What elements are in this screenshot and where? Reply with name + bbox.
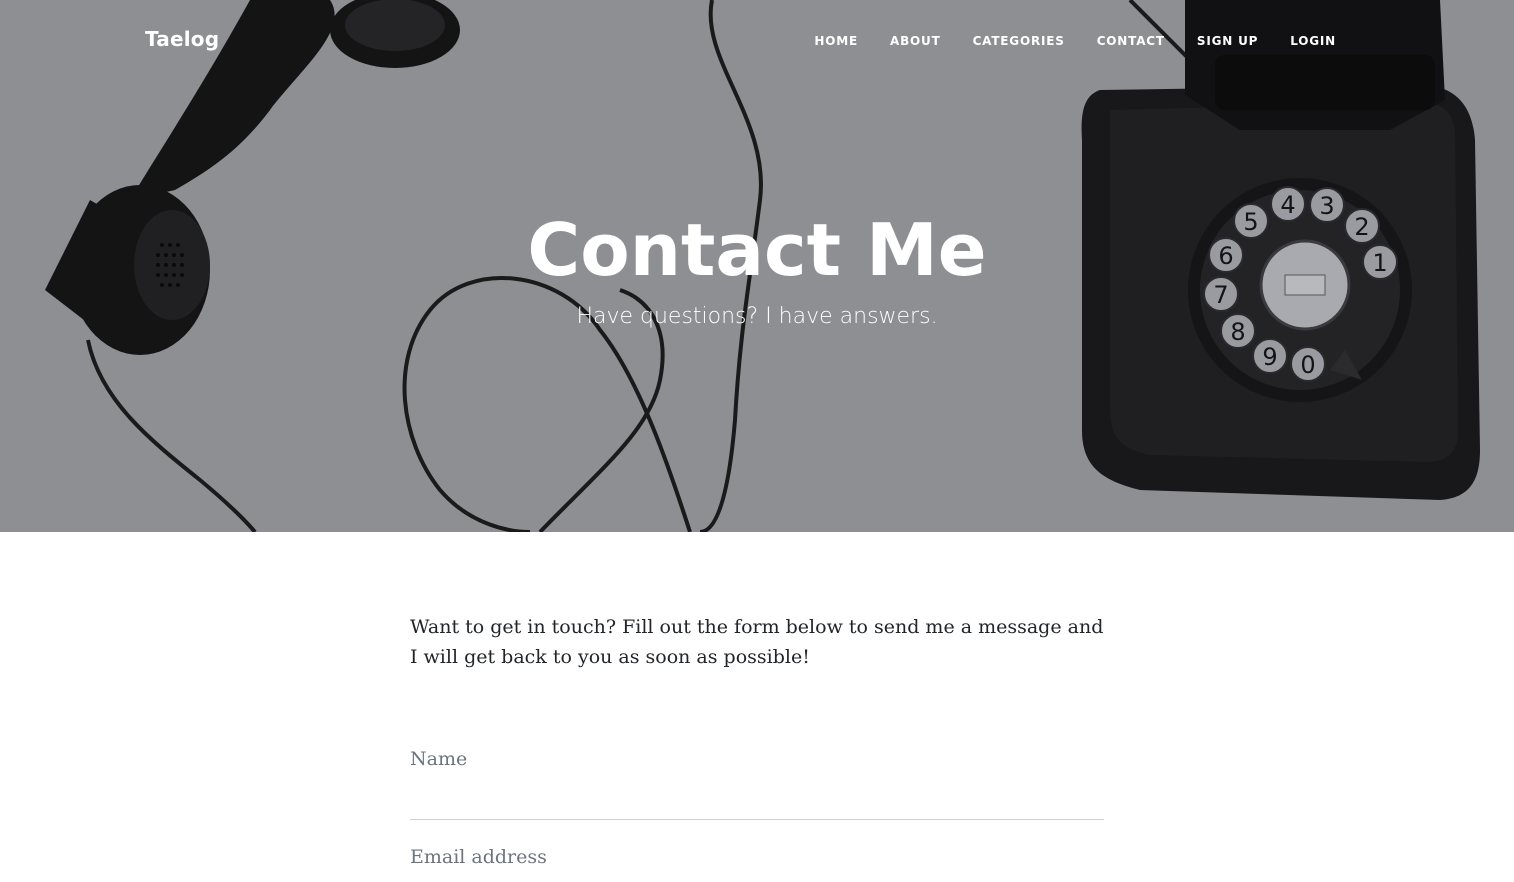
contact-intro-text: Want to get in touch? Fill out the form … bbox=[410, 616, 1104, 668]
nav-link-home[interactable]: HOME bbox=[798, 33, 874, 49]
main-navbar: Taelog HOME ABOUT CATEGORIES CONTACT SIG… bbox=[0, 0, 1514, 82]
nav-link-categories[interactable]: CATEGORIES bbox=[957, 33, 1081, 49]
email-input[interactable] bbox=[410, 842, 1104, 872]
page-title: Contact Me bbox=[527, 208, 987, 292]
page-header: 1 2 3 4 5 6 7 8 9 0 Taelog HOME ABOUT CA… bbox=[0, 0, 1514, 532]
email-field-group bbox=[410, 842, 1104, 882]
nav-link-contact[interactable]: CONTACT bbox=[1081, 33, 1181, 49]
page-heading: Contact Me Have questions? I have answer… bbox=[0, 205, 1514, 331]
nav-link-sign-up[interactable]: SIGN UP bbox=[1181, 33, 1274, 49]
svg-text:9: 9 bbox=[1262, 343, 1277, 371]
nav-link-login[interactable]: LOGIN bbox=[1274, 33, 1352, 49]
site-brand-link[interactable]: Taelog bbox=[145, 27, 219, 51]
nav-link-about[interactable]: ABOUT bbox=[874, 33, 957, 49]
contact-content: Want to get in touch? Fill out the form … bbox=[410, 612, 1104, 882]
name-input[interactable] bbox=[410, 744, 1104, 774]
contact-form bbox=[410, 744, 1104, 882]
svg-text:0: 0 bbox=[1300, 351, 1315, 379]
nav-links: HOME ABOUT CATEGORIES CONTACT SIGN UP LO… bbox=[798, 33, 1352, 49]
name-field-group bbox=[410, 744, 1104, 820]
page-subtitle: Have questions? I have answers. bbox=[576, 304, 938, 329]
